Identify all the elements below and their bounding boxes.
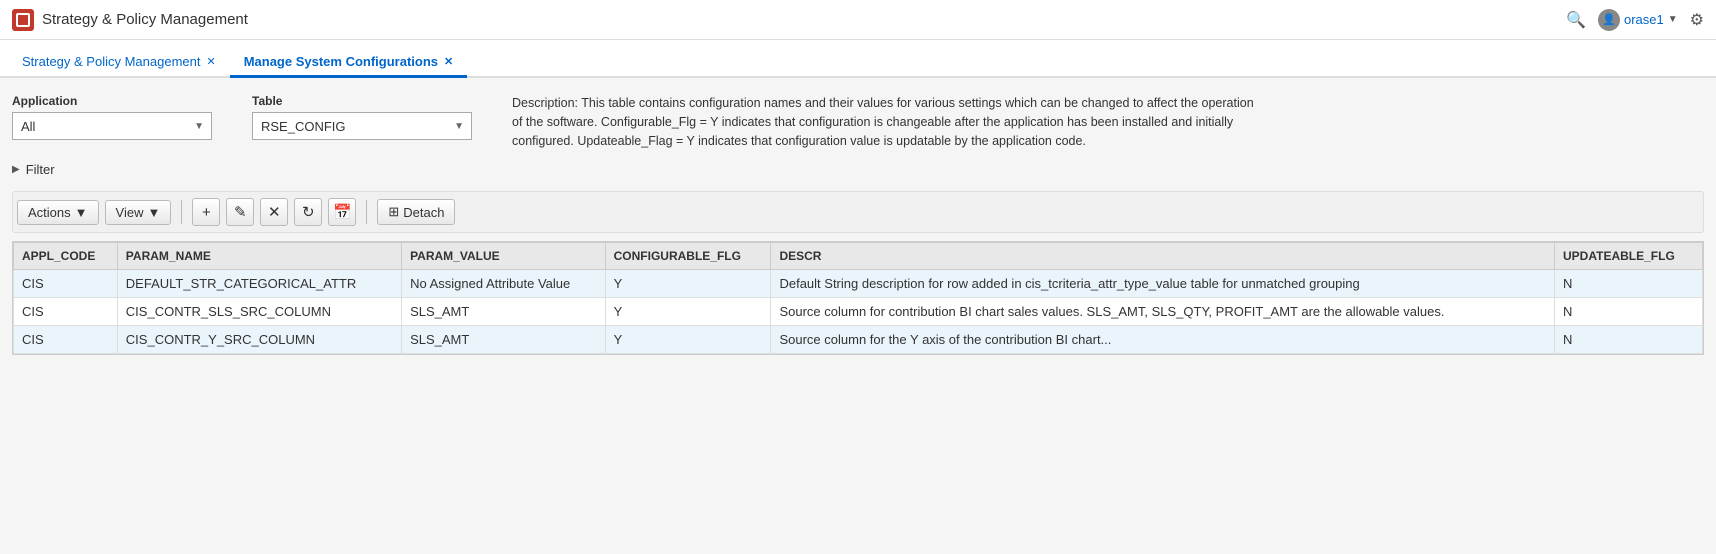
tab-manage-system-configs-label: Manage System Configurations (244, 54, 438, 69)
toolbar-separator-2 (366, 200, 367, 224)
updateable-flg-cell: N (1555, 298, 1703, 326)
descr-cell: Source column for contribution BI chart … (771, 298, 1555, 326)
top-bar-left: Strategy & Policy Management (12, 9, 248, 31)
add-icon: + (202, 204, 211, 221)
table-label: Table (252, 94, 472, 108)
detach-icon: ⊞ (388, 204, 399, 220)
configurable-flg-cell: Y (605, 326, 771, 354)
filter-expand-icon: ▶ (12, 164, 20, 175)
col-header-descr: DESCR (771, 243, 1555, 270)
calendar-button[interactable]: 📅 (328, 198, 356, 226)
table-row[interactable]: CISCIS_CONTR_SLS_SRC_COLUMNSLS_AMTYSourc… (14, 298, 1703, 326)
user-avatar: 👤 (1598, 9, 1620, 31)
main-content: Application All ▼ Table RSE_CONFIG ▼ Des… (0, 78, 1716, 371)
table-header: APPL_CODE PARAM_NAME PARAM_VALUE CONFIGU… (14, 243, 1703, 270)
param-value-cell: No Assigned Attribute Value (402, 270, 606, 298)
updateable-flg-cell: N (1555, 270, 1703, 298)
actions-dropdown-icon: ▼ (75, 205, 88, 220)
col-header-param-value: PARAM_VALUE (402, 243, 606, 270)
top-bar: Strategy & Policy Management 🔍 👤 orase1 … (0, 0, 1716, 40)
descr-cell: Source column for the Y axis of the cont… (771, 326, 1555, 354)
configurable-flg-cell: Y (605, 270, 771, 298)
updateable-flg-cell: N (1555, 326, 1703, 354)
filter-label: Filter (26, 162, 55, 177)
app-logo-inner (16, 13, 30, 27)
add-button[interactable]: + (192, 198, 220, 226)
settings-icon[interactable]: ⚙ (1690, 10, 1704, 30)
col-header-appl-code: APPL_CODE (14, 243, 118, 270)
view-button[interactable]: View ▼ (105, 200, 172, 225)
app-logo (12, 9, 34, 31)
param-name-cell: DEFAULT_STR_CATEGORICAL_ATTR (117, 270, 401, 298)
col-header-param-name: PARAM_NAME (117, 243, 401, 270)
table-wrapper: APPL_CODE PARAM_NAME PARAM_VALUE CONFIGU… (12, 241, 1704, 355)
col-header-updateable-flg: UPDATEABLE_FLG (1555, 243, 1703, 270)
table-select[interactable]: RSE_CONFIG (252, 112, 472, 140)
data-table: APPL_CODE PARAM_NAME PARAM_VALUE CONFIGU… (13, 242, 1703, 354)
tab-manage-system-configs-close[interactable]: ✕ (444, 55, 453, 68)
toolbar-separator-1 (181, 200, 182, 224)
refresh-button[interactable]: ↻ (294, 198, 322, 226)
user-avatar-icon: 👤 (1602, 13, 1616, 26)
application-form-group: Application All ▼ (12, 94, 212, 140)
actions-label: Actions (28, 205, 71, 220)
filter-section[interactable]: ▶ Filter (12, 162, 1704, 177)
appl-code-cell: CIS (14, 270, 118, 298)
tab-strategy-policy[interactable]: Strategy & Policy Management ✕ (8, 46, 230, 78)
top-bar-right: 🔍 👤 orase1 ▼ ⚙ (1566, 9, 1704, 31)
param-value-cell: SLS_AMT (402, 298, 606, 326)
app-title: Strategy & Policy Management (42, 11, 248, 28)
appl-code-cell: CIS (14, 298, 118, 326)
refresh-icon: ↻ (302, 203, 315, 221)
user-chevron-icon: ▼ (1668, 14, 1678, 25)
tab-bar: Strategy & Policy Management ✕ Manage Sy… (0, 40, 1716, 78)
application-select-wrapper: All ▼ (12, 112, 212, 140)
calendar-icon: 📅 (333, 203, 352, 221)
appl-code-cell: CIS (14, 326, 118, 354)
user-section[interactable]: 👤 orase1 ▼ (1598, 9, 1678, 31)
view-label: View (116, 205, 144, 220)
tab-strategy-policy-close[interactable]: ✕ (206, 55, 215, 68)
descr-cell: Default String description for row added… (771, 270, 1555, 298)
description-box: Description: This table contains configu… (512, 94, 1262, 150)
search-icon[interactable]: 🔍 (1566, 10, 1586, 30)
param-name-cell: CIS_CONTR_SLS_SRC_COLUMN (117, 298, 401, 326)
table-form-group: Table RSE_CONFIG ▼ (252, 94, 472, 140)
edit-icon: ✎ (234, 203, 247, 221)
application-select[interactable]: All (12, 112, 212, 140)
detach-button[interactable]: ⊞ Detach (377, 199, 455, 225)
form-area: Application All ▼ Table RSE_CONFIG ▼ Des… (12, 94, 1704, 150)
delete-icon: ✕ (268, 203, 281, 221)
param-name-cell: CIS_CONTR_Y_SRC_COLUMN (117, 326, 401, 354)
actions-button[interactable]: Actions ▼ (17, 200, 99, 225)
param-value-cell: SLS_AMT (402, 326, 606, 354)
edit-button[interactable]: ✎ (226, 198, 254, 226)
user-name: orase1 (1624, 12, 1664, 27)
delete-button[interactable]: ✕ (260, 198, 288, 226)
view-dropdown-icon: ▼ (147, 205, 160, 220)
table-body: CISDEFAULT_STR_CATEGORICAL_ATTRNo Assign… (14, 270, 1703, 354)
table-header-row: APPL_CODE PARAM_NAME PARAM_VALUE CONFIGU… (14, 243, 1703, 270)
detach-label: Detach (403, 205, 444, 220)
table-select-wrapper: RSE_CONFIG ▼ (252, 112, 472, 140)
table-row[interactable]: CISDEFAULT_STR_CATEGORICAL_ATTRNo Assign… (14, 270, 1703, 298)
table-row[interactable]: CISCIS_CONTR_Y_SRC_COLUMNSLS_AMTYSource … (14, 326, 1703, 354)
application-label: Application (12, 94, 212, 108)
toolbar: Actions ▼ View ▼ + ✎ ✕ ↻ 📅 ⊞ Detach (12, 191, 1704, 233)
configurable-flg-cell: Y (605, 298, 771, 326)
col-header-configurable-flg: CONFIGURABLE_FLG (605, 243, 771, 270)
tab-strategy-policy-label: Strategy & Policy Management (22, 54, 200, 69)
tab-manage-system-configs[interactable]: Manage System Configurations ✕ (230, 46, 468, 78)
